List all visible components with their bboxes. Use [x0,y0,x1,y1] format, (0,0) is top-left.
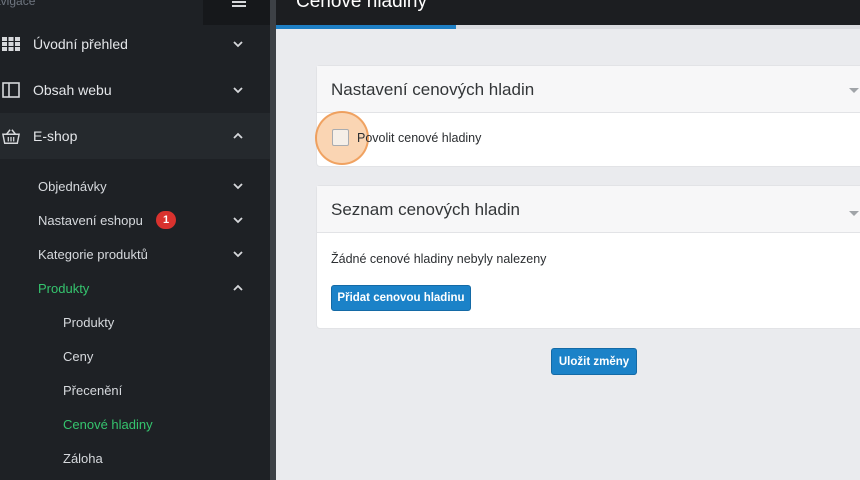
main-content: Nastavení cenových hladin Povolit cenové… [276,29,860,480]
sidebar-item-eshop[interactable]: E-shop [0,113,270,159]
sidebar-item-label: Obsah webu [33,82,112,98]
sidebar-item-backup[interactable]: Záloha [0,441,270,475]
sidebar-item-label: Přecenění [63,382,123,398]
sidebar-item-label: Nastavení eshopu [38,212,143,228]
sidebar-item-label: Kategorie produktů [38,246,148,262]
panel-header[interactable]: Nastavení cenových hladin [317,66,860,113]
hamburger-icon [232,0,246,7]
chevron-down-icon [233,217,243,224]
panel-title: Nastavení cenových hladin [331,80,535,99]
chevron-up-icon [233,284,243,291]
page-title: Cenové hladiny [296,0,427,12]
chevron-up-icon [233,132,243,139]
add-price-level-button[interactable]: Přidat cenovou hladinu [331,285,471,311]
sidebar-item-label: Úvodní přehled [33,36,128,52]
panel-header[interactable]: Seznam cenových hladin [317,186,860,233]
checkbox-label[interactable]: Povolit cenové hladiny [357,131,481,145]
sidebar-item-products-list[interactable]: Produkty [0,305,270,339]
sidebar-item-label: Cenové hladiny [63,416,153,432]
caret-down-icon[interactable] [849,211,859,216]
sidebar-item-price-levels[interactable]: Cenové hladiny [0,407,270,441]
sidebar-item-web-content[interactable]: Obsah webu [0,67,270,113]
price-levels-list-panel: Seznam cenových hladin Žádné cenové hlad… [316,185,860,329]
notification-badge: 1 [156,211,176,229]
caret-down-icon[interactable] [849,88,859,93]
enable-price-levels-row: Povolit cenové hladiny [315,111,860,165]
sidebar-item-label: Produkty [38,280,90,296]
page-header: Cenové hladiny [276,0,860,25]
sidebar-item-eshop-settings[interactable]: Nastavení eshopu 1 [0,203,270,237]
sidebar-item-dashboard[interactable]: Úvodní přehled [0,21,270,67]
save-changes-button[interactable]: Uložit změny [551,348,637,375]
sidebar-item-orders[interactable]: Objednávky [0,169,270,203]
grid-icon [2,35,20,53]
enable-price-levels-checkbox[interactable] [332,129,349,146]
chevron-down-icon [233,87,243,94]
basket-icon [2,127,20,145]
chevron-down-icon [233,41,243,48]
sidebar-item-repricing[interactable]: Přecenění [0,373,270,407]
chevron-down-icon [233,251,243,258]
panel-body: Žádné cenové hladiny nebyly nalezeny Při… [317,233,860,327]
chevron-down-icon [233,183,243,190]
sidebar-item-label: Objednávky [38,178,107,194]
sidebar-item-label: Produkty [63,314,115,330]
sidebar: avigace Úvodní přehled [0,0,273,480]
sidebar-item-prices[interactable]: Ceny [0,339,270,373]
sidebar-caption: avigace [0,0,36,8]
sidebar-item-label: Záloha [63,450,103,466]
sidebar-item-label: Ceny [63,348,94,364]
layout-icon [2,81,20,99]
sidebar-item-product-categories[interactable]: Kategorie produktů [0,237,270,271]
price-levels-settings-panel: Nastavení cenových hladin Povolit cenové… [315,65,860,167]
sidebar-item-products[interactable]: Produkty [0,271,270,305]
empty-state-text: Žádné cenové hladiny nebyly nalezeny [331,252,547,266]
panel-title: Seznam cenových hladin [331,200,521,219]
sidebar-item-label: E-shop [33,128,78,144]
